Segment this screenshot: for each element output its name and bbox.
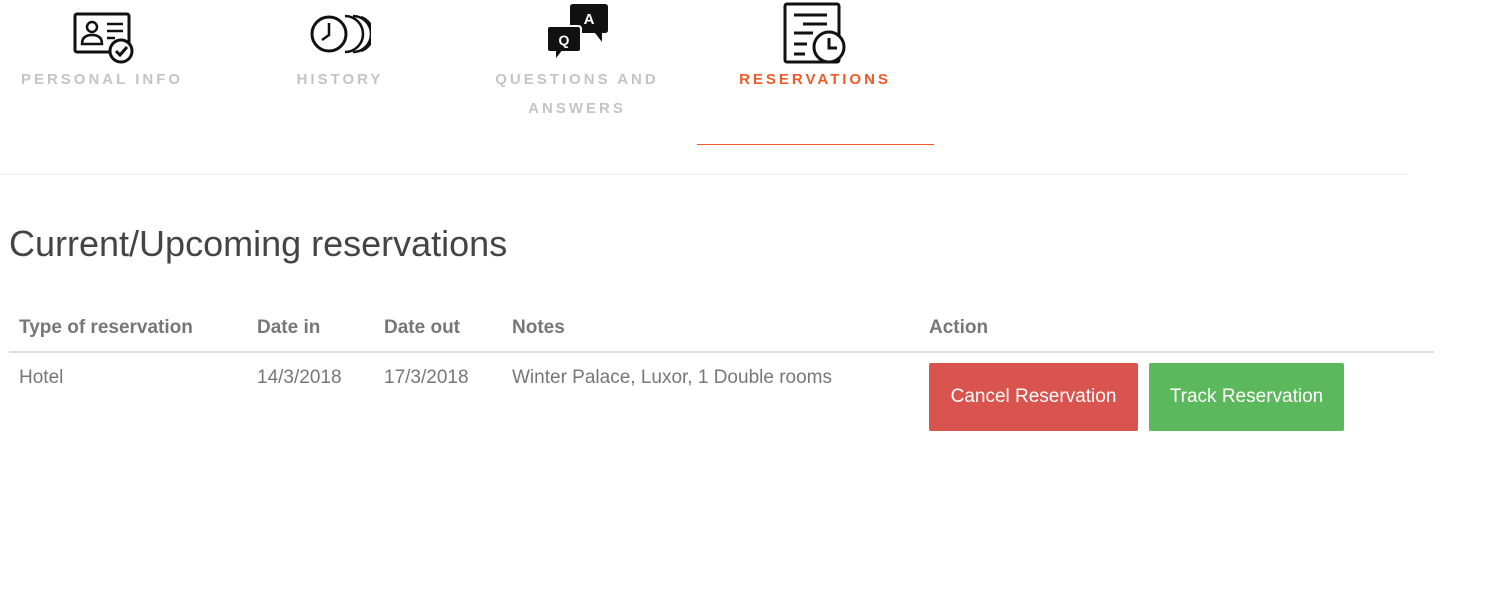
id-card-check-icon	[73, 12, 134, 64]
svg-text:Q: Q	[559, 32, 570, 48]
tab-label: PERSONAL INFO	[20, 71, 184, 88]
table-row: Hotel 14/3/2018 17/3/2018 Winter Palace,…	[9, 353, 1434, 443]
tab-personal-info[interactable]: PERSONAL INFO	[0, 0, 204, 120]
cell-date-out: 17/3/2018	[384, 367, 469, 388]
header-type: Type of reservation	[19, 317, 193, 338]
track-reservation-button[interactable]: Track Reservation	[1149, 363, 1344, 431]
document-clock-icon	[783, 2, 846, 64]
page-title: Current/Upcoming reservations	[9, 223, 508, 264]
tab-label: RESERVATIONS	[739, 71, 891, 88]
cell-notes: Winter Palace, Luxor, 1 Double rooms	[512, 367, 832, 388]
qa-bubbles-icon: A Q	[546, 4, 608, 64]
header-date-out: Date out	[384, 317, 460, 338]
reservations-table: Type of reservation Date in Date out Not…	[9, 307, 1434, 443]
clock-history-icon	[310, 14, 371, 54]
cancel-reservation-button[interactable]: Cancel Reservation	[929, 363, 1138, 431]
tab-label: HISTORY	[296, 71, 384, 88]
header-notes: Notes	[512, 317, 565, 338]
profile-tabs: PERSONAL INFO HISTORY A Q QUESTIONS AND …	[0, 0, 1408, 175]
svg-text:A: A	[584, 11, 595, 28]
header-action: Action	[929, 317, 989, 338]
table-header: Type of reservation Date in Date out Not…	[9, 307, 1434, 353]
tab-history[interactable]: HISTORY	[238, 0, 442, 120]
tab-questions-and-answers[interactable]: A Q QUESTIONS AND ANSWERS	[466, 0, 688, 125]
cell-type: Hotel	[19, 367, 64, 388]
header-date-in: Date in	[257, 317, 321, 338]
tab-label: QUESTIONS AND ANSWERS	[495, 71, 659, 117]
tab-reservations[interactable]: RESERVATIONS	[713, 0, 917, 120]
cell-date-in: 14/3/2018	[257, 367, 342, 388]
active-tab-indicator	[697, 144, 934, 145]
